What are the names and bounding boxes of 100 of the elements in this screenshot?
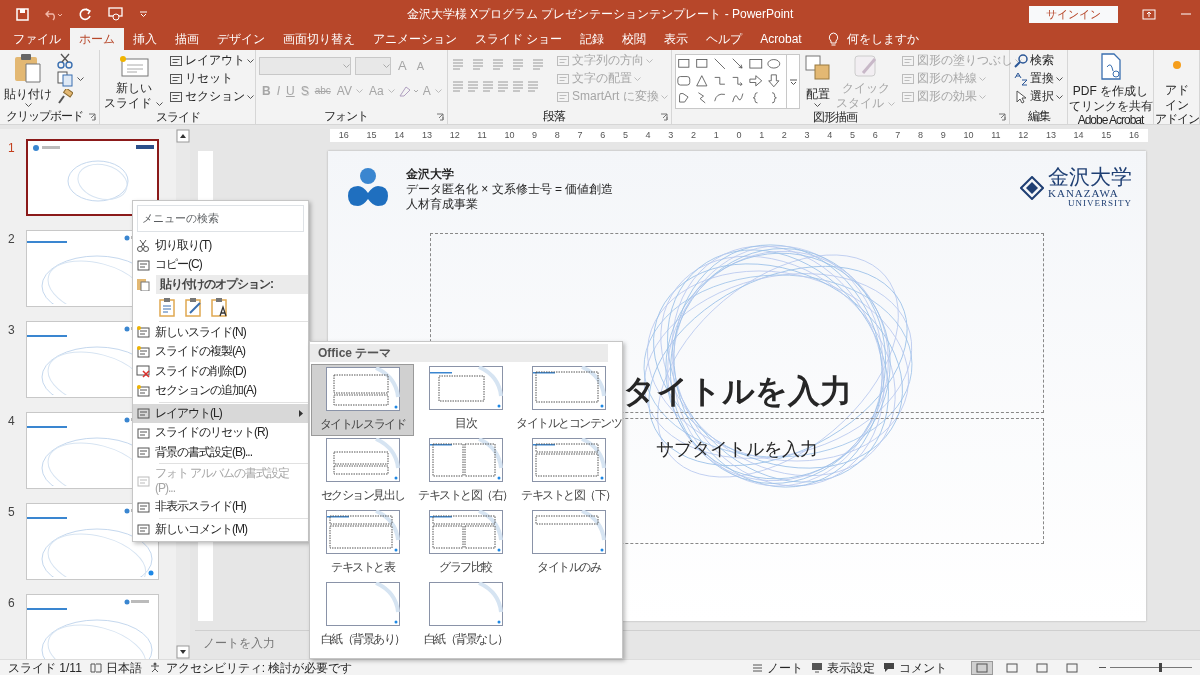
caret-icon [434, 89, 442, 93]
zoom-slider[interactable] [1110, 663, 1192, 672]
ribbon-group-label: Adobe Acrobat [1077, 113, 1144, 124]
font-size-field[interactable] [355, 57, 391, 75]
menu-item[interactable]: 背景の書式設定(B)... [133, 442, 308, 462]
accessibility-status[interactable]: アクセシビリティ: 検討が必要です [165, 659, 353, 675]
ribbon-tab[interactable]: アニメーション [364, 28, 466, 50]
ribbon-button[interactable]: 置換 [1013, 71, 1064, 86]
arrange-button[interactable]: 配置 [804, 53, 831, 107]
ribbon-tab[interactable]: 描画 [166, 28, 208, 50]
ruler-number: 6 [600, 128, 606, 142]
ribbon-tab[interactable]: 表示 [655, 28, 698, 50]
scroll-down-icon[interactable] [176, 645, 190, 659]
paste-keep-formatting-icon[interactable] [159, 296, 177, 317]
layout-option[interactable]: タイトル スライド [311, 364, 414, 436]
ribbon-tab[interactable]: スライド ショー [466, 28, 572, 50]
notes-field[interactable]: ノートを入力 [195, 631, 299, 655]
lightbulb-icon [827, 31, 839, 47]
normal-view-icon[interactable] [971, 660, 993, 675]
slide-number: 4 [8, 413, 16, 430]
ribbon-tab[interactable]: ホーム [70, 28, 124, 50]
slideshow-icon[interactable] [108, 7, 124, 21]
ruler-number: 10 [504, 128, 515, 142]
ruler-number: 5 [849, 128, 855, 142]
accessibility-icon[interactable] [149, 662, 162, 673]
dialog-launcher-icon[interactable] [660, 113, 668, 121]
ribbon-button[interactable]: セクション [168, 89, 255, 104]
save-icon[interactable] [16, 7, 29, 21]
language-status[interactable]: 日本語 [105, 659, 142, 675]
ribbon-button[interactable]: リセット [168, 71, 255, 86]
shapes-gallery[interactable] [675, 54, 787, 109]
paste-button[interactable]: 貼り付け [3, 53, 53, 107]
ruler-number: 1 [759, 128, 765, 142]
layout-option[interactable]: セクション見出し [311, 436, 414, 508]
layout-option[interactable]: 白紙（背景なし） [414, 580, 517, 652]
repeat-icon[interactable] [79, 7, 92, 21]
tell-me-text[interactable]: 何をしますか [846, 28, 919, 50]
zoom-thumb[interactable] [1159, 663, 1163, 672]
add-ins-button[interactable]: アド イン [1157, 53, 1196, 112]
comment-icon[interactable] [883, 662, 895, 673]
ribbon-tab[interactable]: 記録 [571, 28, 614, 50]
caret-icon [343, 64, 350, 68]
ribbon-tab[interactable]: 挿入 [124, 28, 166, 50]
ribbon-tab[interactable]: ファイル [4, 28, 70, 50]
notes-toggle[interactable]: ノート [767, 659, 803, 675]
ribbon-tab[interactable]: Acrobat [751, 28, 811, 50]
menu-item[interactable]: スライドの複製(A) [133, 342, 308, 362]
layout-option[interactable]: 白紙（背景あり） [311, 580, 414, 652]
duplicate-slide-icon [136, 344, 150, 359]
spelling-icon[interactable] [89, 662, 102, 673]
highlight-icon[interactable] [397, 84, 420, 98]
org-name: 金沢大学 [406, 167, 455, 182]
crest-icon [1020, 175, 1044, 200]
caret-icon [387, 89, 395, 93]
ribbon-button[interactable]: レイアウト [168, 53, 255, 68]
menu-item[interactable]: コピー(C) [133, 255, 308, 275]
university-logo-icon [346, 167, 390, 207]
zoom-out-icon[interactable] [1099, 664, 1106, 671]
ruler-number: 12 [1018, 128, 1029, 142]
format-painter-icon[interactable] [57, 89, 73, 105]
section-icon [169, 89, 183, 104]
paste-text-only-icon[interactable] [211, 296, 229, 317]
display-settings-toggle[interactable]: 表示設定 [827, 659, 875, 675]
menu-item[interactable]: レイアウト(L) [133, 403, 308, 423]
copy-icon[interactable] [57, 71, 73, 87]
gallery-more-button[interactable] [787, 54, 800, 109]
slide-number: 6 [8, 595, 16, 612]
layout-option[interactable]: テキストと図（下） [517, 436, 620, 508]
menu-item[interactable]: 新しいコメント(M) [133, 519, 308, 539]
customize-caret-icon[interactable] [140, 11, 147, 17]
ribbon-tab[interactable]: ヘルプ [697, 28, 752, 50]
menu-item[interactable]: スライドのリセット(R) [133, 423, 308, 443]
ribbon-button[interactable]: 選択 [1013, 89, 1064, 104]
ruler-number: 2 [781, 128, 787, 142]
paste-destination-theme-icon[interactable] [185, 296, 203, 317]
ruler-number: 11 [477, 128, 487, 142]
ribbon-tab[interactable]: デザイン [208, 28, 274, 50]
menu-item[interactable]: 新しいスライド(N) [133, 322, 308, 342]
ribbon-tab[interactable]: 画面切り替え [274, 28, 364, 50]
sign-in-button[interactable]: サインイン [1029, 5, 1118, 23]
ribbon-display-icon[interactable] [1142, 8, 1156, 20]
menu-item[interactable]: セクションの追加(A) [133, 381, 308, 401]
slide-thumbnail[interactable] [26, 139, 159, 216]
menu-item[interactable]: 切り取り(T) [133, 235, 308, 255]
menu-item[interactable]: スライドの削除(D) [133, 361, 308, 381]
dialog-launcher-icon[interactable] [998, 113, 1006, 121]
scissors-icon[interactable] [57, 53, 73, 69]
display-settings-icon[interactable] [811, 662, 823, 673]
ruler-number: 9 [532, 128, 538, 142]
scroll-up-icon[interactable] [176, 129, 190, 143]
notes-icon[interactable] [752, 662, 763, 673]
comments-toggle[interactable]: コメント [899, 659, 947, 675]
menu-search-field[interactable]: メニューの検索 [137, 205, 304, 232]
photo-album-icon [136, 474, 150, 488]
layout-option[interactable]: テキストと表 [311, 508, 414, 580]
new-slide-button[interactable]: 新しい スライド [103, 53, 164, 110]
ribbon-tab[interactable]: 校閲 [613, 28, 656, 50]
ruler-number: 11 [991, 128, 1001, 142]
dialog-launcher-icon[interactable] [88, 113, 96, 121]
menu-item[interactable]: 非表示スライド(H) [133, 497, 308, 517]
